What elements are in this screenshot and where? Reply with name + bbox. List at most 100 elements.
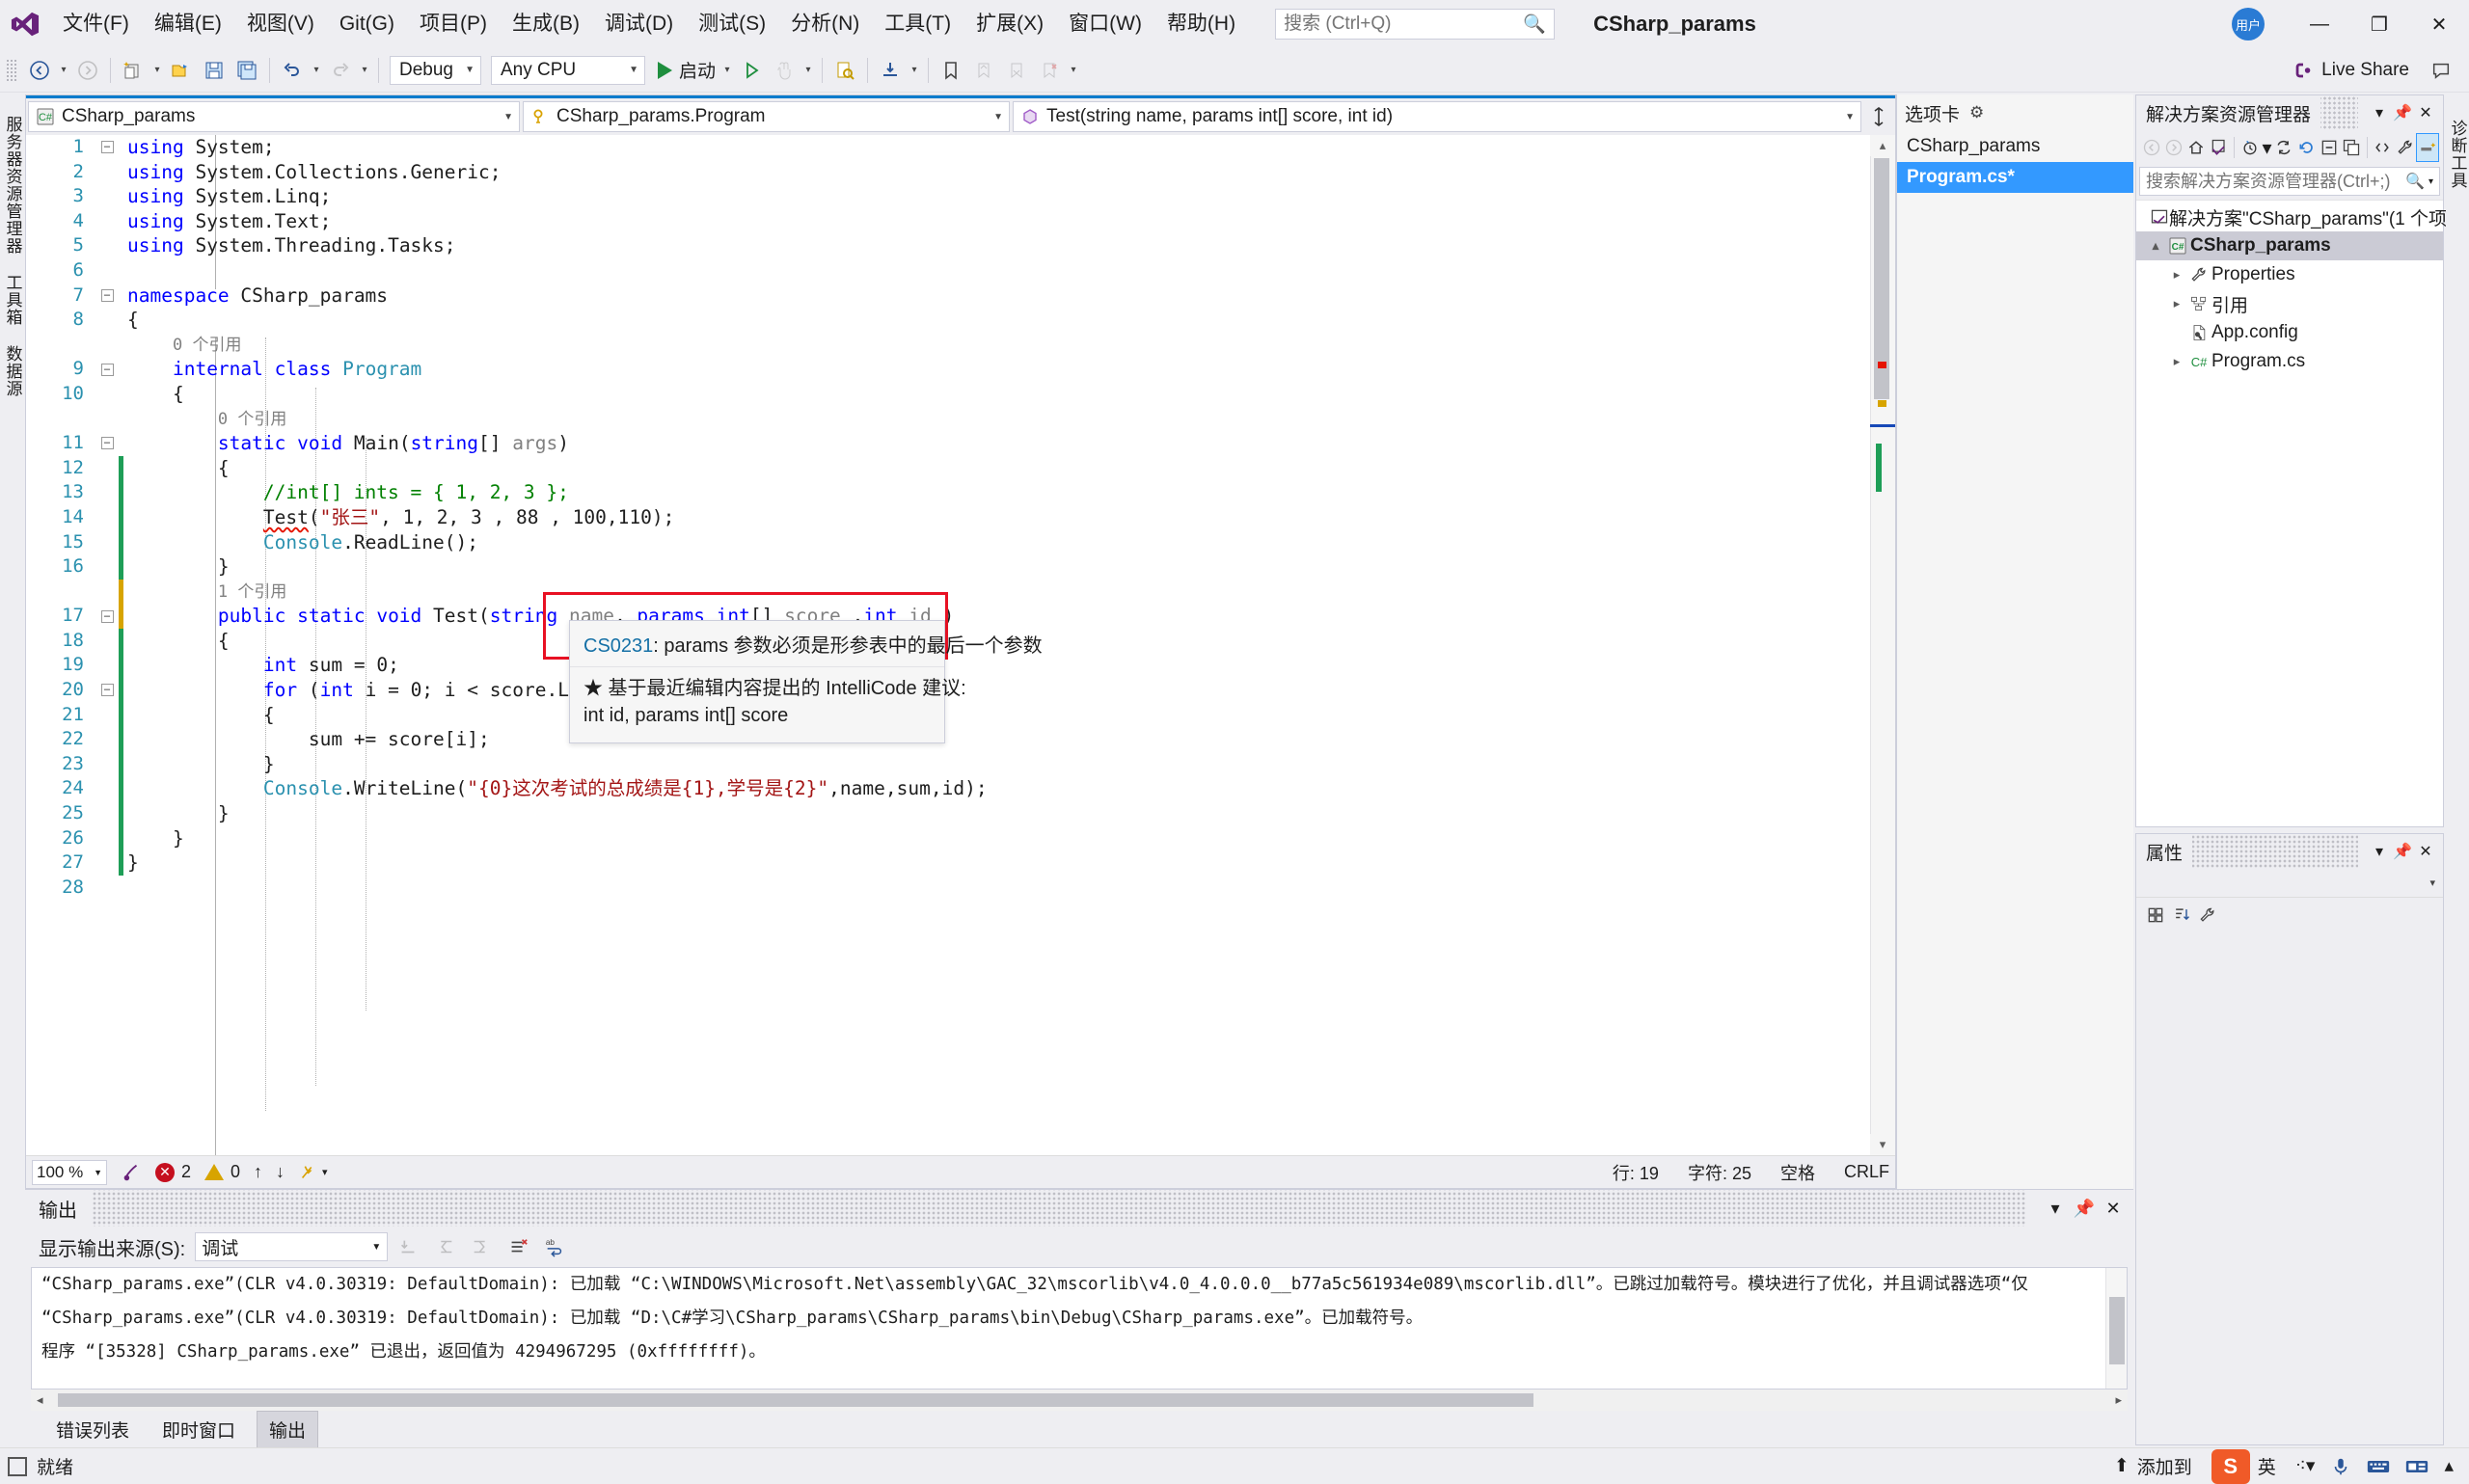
code-line[interactable]: 23 } [26, 751, 1870, 777]
code-line[interactable]: 24 Console.WriteLine("{0}这次考试的总成绩是{1},学号… [26, 776, 1870, 802]
alphabetical-view-icon[interactable] [2168, 901, 2194, 930]
output-hscrollbar-thumb[interactable] [58, 1393, 1533, 1407]
scroll-up-icon[interactable]: ▴ [1870, 135, 1895, 156]
bookmark-dropdown-icon[interactable]: ▾ [1066, 52, 1081, 89]
code-line[interactable]: 27} [26, 850, 1870, 876]
solution-platform-combo[interactable]: Any CPU ▼ [491, 55, 645, 85]
navigate-backward-dropdown-icon[interactable]: ▾ [56, 52, 71, 89]
rail-diagnostic-tools[interactable]: 诊断工具 [2443, 110, 2469, 199]
menu-tools[interactable]: 工具(T) [872, 0, 963, 48]
fold-toggle-icon[interactable]: − [95, 684, 119, 697]
tree-row-programcs[interactable]: ▸ C# Program.cs [2136, 347, 2443, 376]
show-all-files-icon[interactable] [2341, 133, 2363, 162]
properties-wrench-icon[interactable] [2394, 133, 2416, 162]
code-line[interactable]: 2 using System.Collections.Generic; [26, 160, 1870, 185]
editor-vertical-scrollbar[interactable]: ▴ ▾ [1870, 135, 1895, 1155]
step-dropdown-icon[interactable]: ▾ [907, 52, 922, 89]
next-bookmark-icon[interactable] [1000, 52, 1033, 89]
view-code-icon[interactable] [2372, 133, 2394, 162]
menu-view[interactable]: 视图(V) [234, 0, 327, 48]
code-line[interactable]: 17− public static void Test(string name,… [26, 604, 1870, 629]
code-line[interactable]: 10 { [26, 382, 1870, 407]
panel-menu-icon[interactable]: ▾ [2368, 842, 2391, 861]
code-line[interactable]: 6 [26, 258, 1870, 283]
microphone-icon[interactable] [2330, 1456, 2351, 1477]
clear-all-icon[interactable] [502, 1231, 534, 1262]
close-icon[interactable]: ✕ [2099, 1199, 2128, 1219]
error-count[interactable]: ✕ 2 [155, 1162, 191, 1182]
navigate-forward-icon[interactable] [71, 52, 104, 89]
find-in-files-icon[interactable] [828, 52, 861, 89]
code-line[interactable]: 26 } [26, 825, 1870, 851]
search-input[interactable] [1284, 13, 1547, 35]
nav-member-combo[interactable]: Test(string name, params int[] score, in… [1013, 101, 1861, 132]
search-options-chevron-icon[interactable]: ▾ [2428, 176, 2433, 187]
menu-debug[interactable]: 调试(D) [592, 0, 686, 48]
menu-extensions[interactable]: 扩展(X) [963, 0, 1056, 48]
editor-scrollbar-margin[interactable]: ▴ ▾ [1870, 135, 1895, 1155]
code-line[interactable]: 9− internal class Program [26, 357, 1870, 382]
fold-toggle-icon[interactable]: − [95, 141, 119, 154]
code-line[interactable]: 25 } [26, 801, 1870, 826]
new-project-dropdown-icon[interactable]: ▾ [149, 52, 165, 89]
sogou-ime-icon[interactable]: S [2211, 1448, 2250, 1484]
output-horizontal-scrollbar[interactable]: ◂ ▸ [31, 1390, 2128, 1411]
start-dropdown-icon[interactable]: ▾ [719, 52, 735, 89]
code-line[interactable]: 5 using System.Threading.Tasks; [26, 233, 1870, 258]
quick-search-box[interactable]: 🔍 [1275, 9, 1556, 40]
sync-icon[interactable] [2295, 133, 2318, 162]
expander-icon[interactable]: ▸ [2167, 267, 2186, 283]
property-pages-icon[interactable] [2194, 901, 2220, 930]
preview-selected-items-icon[interactable] [2416, 133, 2440, 162]
rail-toolbox[interactable]: 工具箱 [0, 264, 28, 336]
code-line[interactable]: 13 //int[] ints = { 1, 2, 3 }; [26, 480, 1870, 505]
code-text-area[interactable]: 1− using System; 2 using System.Collections… [26, 135, 1895, 1155]
warning-count[interactable]: 0 [204, 1162, 240, 1182]
panel-drag-handle[interactable] [2320, 95, 2358, 130]
fold-toggle-icon[interactable]: − [95, 363, 119, 376]
close-icon[interactable]: ✕ [2414, 103, 2437, 122]
keyboard-icon[interactable] [2367, 1457, 2390, 1476]
scroll-left-icon[interactable]: ◂ [37, 1392, 43, 1408]
undo-dropdown-icon[interactable]: ▾ [309, 52, 324, 89]
ime-options-icon[interactable]: ⁖▾ [2295, 1455, 2316, 1477]
panel-menu-icon[interactable]: ▾ [2368, 103, 2391, 122]
solution-tree[interactable]: 解决方案"CSharp_params"(1 个项目/共 1 个) ▴ C# CS… [2136, 200, 2469, 826]
scroll-down-icon[interactable]: ▾ [1870, 1134, 1895, 1155]
menu-build[interactable]: 生成(B) [500, 0, 592, 48]
forward-icon[interactable] [2162, 133, 2184, 162]
ime-language-indicator[interactable]: 英 [2258, 1453, 2276, 1479]
account-avatar[interactable]: 用户 [2232, 8, 2265, 40]
output-scrollbar-thumb[interactable] [2109, 1297, 2125, 1364]
clear-bookmarks-icon[interactable] [1033, 52, 1066, 89]
split-editor-icon[interactable] [1864, 106, 1893, 127]
fold-toggle-icon[interactable]: − [95, 609, 119, 623]
ime-toolbox-icon[interactable] [2405, 1457, 2428, 1476]
panel-drag-handle[interactable] [2192, 834, 2358, 869]
code-line[interactable]: 0 个引用 [26, 333, 1870, 358]
step-into-icon[interactable] [874, 52, 907, 89]
output-source-combo[interactable]: 调试 ▼ [195, 1232, 389, 1261]
options-item-programcs[interactable]: Program.cs* [1897, 162, 2133, 193]
add-to-source-control[interactable]: ⬆ 添加到 [2114, 1453, 2192, 1479]
close-button[interactable]: ✕ [2409, 0, 2469, 48]
code-line[interactable]: 14 Test("张三", 1, 2, 3 , 88 , 100,110); [26, 504, 1870, 530]
expander-icon[interactable]: ▴ [2146, 238, 2165, 254]
code-line[interactable]: 12 { [26, 455, 1870, 481]
go-to-next-icon[interactable] [465, 1231, 498, 1262]
tab-output[interactable]: 输出 [257, 1410, 319, 1448]
live-share-button[interactable]: Live Share [2293, 60, 2427, 81]
code-line[interactable]: 0 个引用 [26, 407, 1870, 432]
home-icon[interactable] [2185, 133, 2208, 162]
zoom-level-combo[interactable]: 100 % ▼ [32, 1159, 107, 1185]
menu-analyze[interactable]: 分析(N) [778, 0, 872, 48]
categorized-view-icon[interactable] [2142, 901, 2168, 930]
solution-search-input[interactable] [2146, 171, 2406, 192]
code-line[interactable]: 1− using System; [26, 135, 1870, 160]
maximize-button[interactable]: ❐ [2349, 0, 2409, 48]
properties-object-combo[interactable]: ▾ [2136, 869, 2443, 898]
ime-expand-icon[interactable]: ▴ [2444, 1455, 2454, 1477]
tree-row-appconfig[interactable]: App.config [2136, 318, 2443, 347]
tab-error-list[interactable]: 错误列表 [44, 1412, 141, 1447]
nav-project-combo[interactable]: C# CSharp_params ▼ [28, 101, 520, 132]
